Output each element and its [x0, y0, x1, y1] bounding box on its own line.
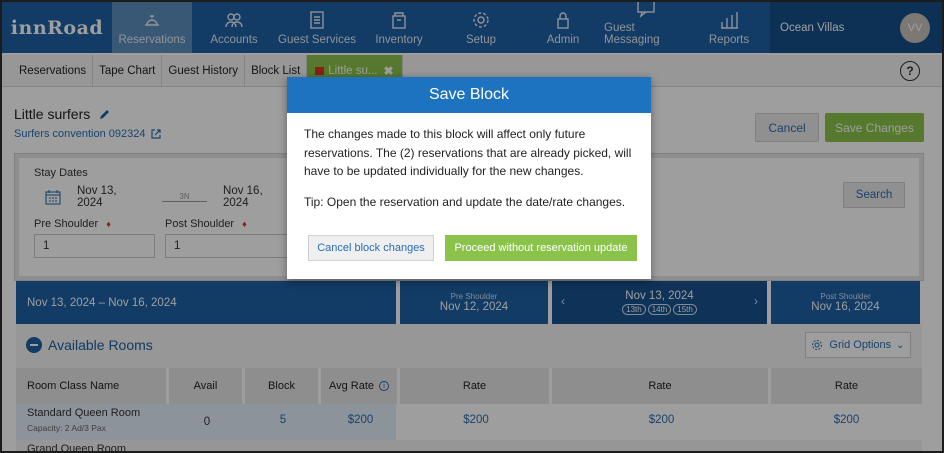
- dialog-message: The changes made to this block will affe…: [304, 127, 632, 178]
- proceed-button[interactable]: Proceed without reservation update: [445, 235, 637, 261]
- cancel-block-changes-button[interactable]: Cancel block changes: [308, 235, 434, 261]
- save-block-dialog: Save Block The changes made to this bloc…: [287, 77, 651, 279]
- dialog-body: The changes made to this block will affe…: [287, 113, 651, 211]
- dialog-tip: Tip: Open the reservation and update the…: [304, 194, 626, 209]
- app-frame: innRoad Reservations Accounts Guest Serv…: [0, 0, 944, 453]
- dialog-title: Save Block: [287, 77, 651, 113]
